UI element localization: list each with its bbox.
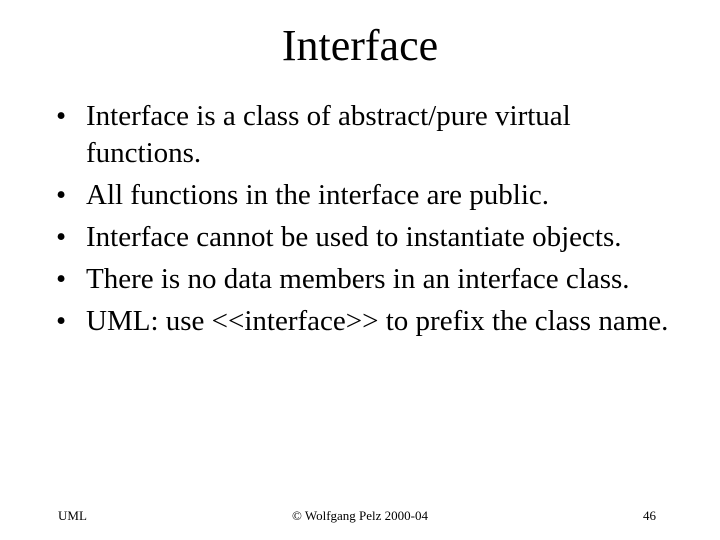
bullet-list: • Interface is a class of abstract/pure …: [50, 98, 690, 345]
page-number: 46: [643, 508, 656, 523]
bullet-item: • All functions in the interface are pub…: [50, 177, 690, 214]
slide-title: Interface: [281, 21, 439, 70]
bullet-marker: •: [56, 221, 67, 253]
bullet-item: • There is no data members in an interfa…: [50, 261, 690, 298]
bullet-text: Interface cannot be used to instantiate …: [86, 221, 622, 253]
bullet-marker: •: [56, 305, 67, 337]
bullet-text: There is no data members in an interface…: [86, 263, 630, 295]
bullet-item: • UML: use <<interface>> to prefix the c…: [50, 303, 690, 340]
bullet-text: Interface is a class of abstract/pure vi…: [86, 100, 571, 169]
bullet-marker: •: [56, 100, 67, 132]
bullet-text: All functions in the interface are publi…: [86, 179, 550, 211]
bullet-marker: •: [56, 179, 67, 211]
bullet-item: • Interface cannot be used to instantiat…: [50, 219, 690, 256]
footer-copyright: © Wolfgang Pelz 2000-04: [291, 508, 429, 523]
bullet-item: • Interface is a class of abstract/pure …: [50, 98, 690, 172]
bullet-marker: •: [56, 263, 67, 295]
bullet-text: UML: use <<interface>> to prefix the cla…: [86, 305, 669, 337]
